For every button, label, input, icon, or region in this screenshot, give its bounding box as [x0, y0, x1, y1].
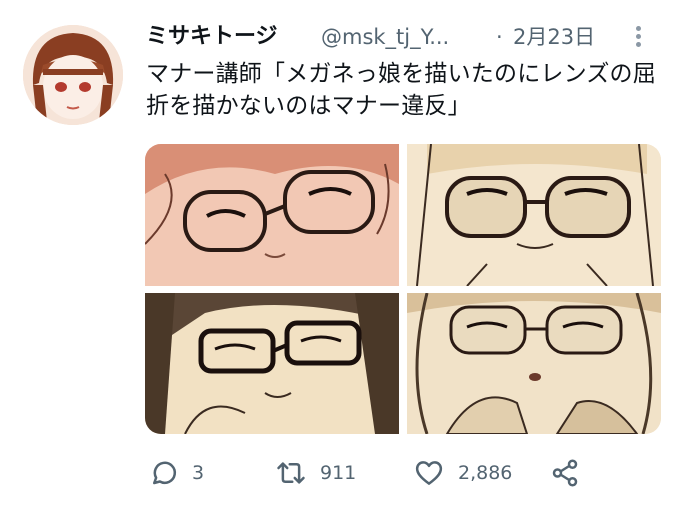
more-dots-icon[interactable] — [628, 26, 650, 48]
author-handle[interactable]: @msk_tj_Y... — [321, 22, 449, 52]
tweet-date[interactable]: 2月23日 — [513, 22, 595, 52]
retweet-count: 911 — [320, 462, 357, 484]
share-button[interactable] — [550, 455, 580, 491]
author-name[interactable]: ミサキトージ — [146, 22, 278, 52]
media-image-2[interactable] — [407, 144, 661, 286]
media-grid — [145, 144, 661, 434]
tweet-actions: 3 911 2,886 — [148, 455, 588, 491]
media-image-1[interactable] — [145, 144, 399, 286]
like-count: 2,886 — [458, 462, 513, 484]
meta-separator: · — [496, 25, 503, 49]
media-image-3[interactable] — [145, 293, 399, 434]
avatar[interactable] — [23, 25, 123, 125]
heart-icon — [415, 461, 443, 485]
retweet-button[interactable]: 911 — [276, 455, 356, 491]
reply-count: 3 — [192, 462, 205, 484]
tweet-text: マナー講師「メガネっ娘を描いたのにレンズの屈折を描かないのはマナー違反」 — [146, 61, 656, 119]
media-image-4[interactable] — [407, 293, 661, 434]
reply-button[interactable]: 3 — [148, 455, 204, 491]
retweet-icon — [277, 462, 305, 484]
share-icon — [552, 459, 578, 487]
reply-icon — [153, 461, 177, 485]
like-button[interactable]: 2,886 — [414, 455, 512, 491]
